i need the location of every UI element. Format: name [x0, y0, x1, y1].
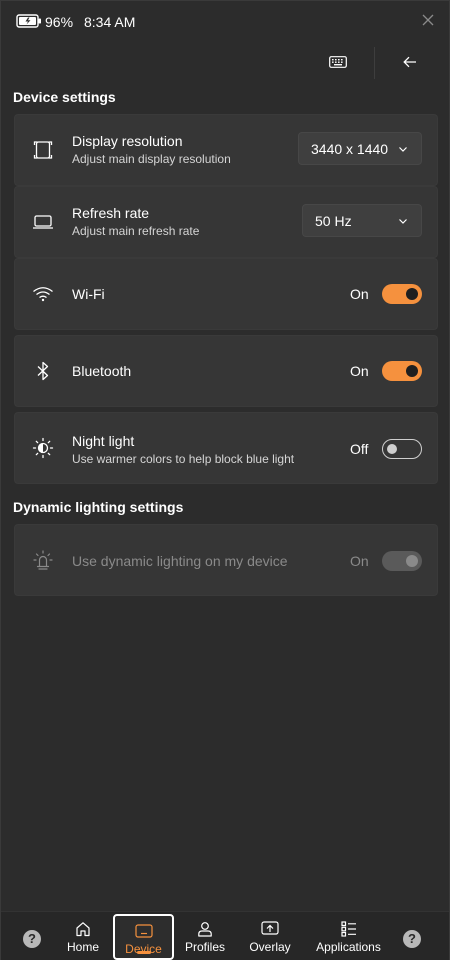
wifi-toggle[interactable]: [382, 284, 422, 304]
help-button-left[interactable]: ?: [23, 930, 41, 948]
active-indicator: [136, 951, 151, 954]
refresh-rate-value: 50 Hz: [315, 212, 352, 229]
night-light-title: Night light: [72, 433, 135, 449]
status-bar: 96% 8:34 AM: [1, 1, 449, 41]
night-light-toggle[interactable]: [382, 439, 422, 459]
overlay-icon: [261, 920, 279, 938]
toggle-knob: [387, 444, 397, 454]
display-resolution-card: Display resolution Adjust main display r…: [14, 114, 438, 186]
back-button[interactable]: [387, 45, 433, 79]
dynamic-lighting-toggle[interactable]: [382, 551, 422, 571]
dynamic-lighting-card: Use dynamic lighting on my device On: [14, 524, 438, 596]
close-button[interactable]: [415, 9, 441, 31]
chevron-down-icon: [399, 146, 407, 152]
app-window: 96% 8:34 AM Device settings Display reso…: [0, 0, 450, 960]
refresh-rate-title: Refresh rate: [72, 205, 150, 221]
device-settings-heading: Device settings: [13, 89, 116, 105]
help-icon: ?: [408, 931, 416, 946]
wifi-state-label: On: [350, 286, 369, 302]
applications-icon: [340, 920, 357, 938]
dynamic-lighting-heading: Dynamic lighting settings: [13, 499, 184, 515]
bluetooth-title: Bluetooth: [72, 363, 132, 379]
nav-item-device[interactable]: Device: [113, 914, 174, 960]
night-light-icon: [32, 437, 54, 459]
refresh-rate-subtitle: Adjust main refresh rate: [72, 224, 200, 238]
keyboard-icon: [329, 56, 347, 68]
night-light-card: Night light Use warmer colors to help bl…: [14, 412, 438, 484]
night-light-subtitle: Use warmer colors to help block blue lig…: [72, 452, 295, 466]
dynamic-lighting-state-label: On: [350, 553, 369, 569]
wifi-card: Wi-Fi On: [14, 258, 438, 330]
nav-item-applications[interactable]: Applications: [311, 912, 386, 960]
close-icon: [422, 14, 434, 26]
nav-item-home[interactable]: Home: [57, 912, 109, 960]
refresh-rate-card: Refresh rate Adjust main refresh rate 50…: [14, 186, 438, 258]
help-button-right[interactable]: ?: [403, 930, 421, 948]
laptop-icon: [32, 211, 54, 233]
nav-label-overlay: Overlay: [249, 940, 291, 954]
display-resolution-subtitle: Adjust main display resolution: [72, 152, 231, 166]
battery-icon: [16, 14, 41, 28]
display-resolution-value: 3440 x 1440: [311, 140, 389, 157]
header-divider: [374, 47, 375, 79]
chevron-down-icon: [399, 218, 407, 224]
bluetooth-icon: [32, 360, 54, 382]
bluetooth-state-label: On: [350, 363, 369, 379]
bluetooth-card: Bluetooth On: [14, 335, 438, 407]
dynamic-lighting-title: Use dynamic lighting on my device: [72, 553, 288, 569]
display-resolution-title: Display resolution: [72, 133, 183, 149]
profile-icon: [197, 920, 213, 938]
wifi-icon: [32, 283, 54, 305]
nav-item-profiles[interactable]: Profiles: [181, 912, 229, 960]
toggle-knob: [406, 288, 418, 300]
night-light-state-label: Off: [350, 441, 369, 457]
bottom-navigation: ? Home Device Profiles Overlay Applicati…: [1, 911, 449, 960]
wifi-title: Wi-Fi: [72, 286, 105, 302]
nav-label-home: Home: [66, 940, 99, 954]
home-icon: [75, 920, 91, 938]
battery-percent: 96%: [45, 14, 74, 30]
nav-item-overlay[interactable]: Overlay: [244, 912, 296, 960]
nav-label-applications: Applications: [316, 940, 381, 954]
keyboard-button[interactable]: [315, 45, 361, 79]
nav-label-profiles: Profiles: [184, 940, 225, 954]
refresh-rate-dropdown[interactable]: 50 Hz: [302, 204, 422, 237]
lighting-icon: [32, 549, 54, 571]
back-arrow-icon: [403, 56, 416, 68]
toggle-knob: [406, 365, 418, 377]
help-icon: ?: [28, 931, 36, 946]
display-resolution-icon: [32, 139, 54, 161]
device-icon: [134, 922, 153, 940]
clock: 8:34 AM: [84, 14, 136, 30]
bluetooth-toggle[interactable]: [382, 361, 422, 381]
toggle-knob: [406, 555, 418, 567]
display-resolution-dropdown[interactable]: 3440 x 1440: [298, 132, 422, 165]
